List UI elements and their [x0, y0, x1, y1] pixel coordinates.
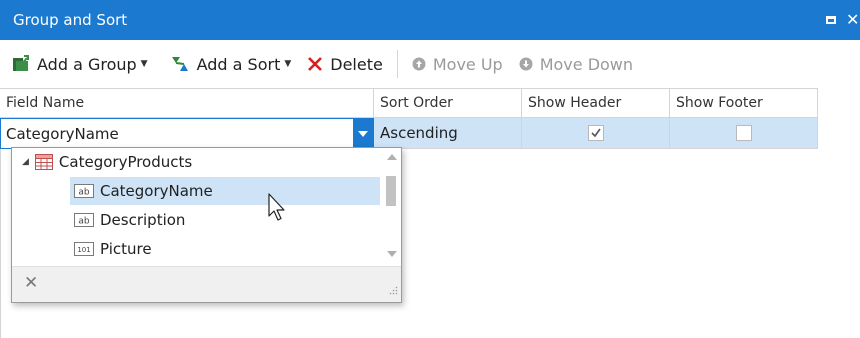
- move-down-label: Move Down: [539, 54, 634, 74]
- tree-root-item[interactable]: ◢ CategoryProducts: [12, 148, 380, 176]
- group-sort-grid: Field Name Sort Order Show Header Show F…: [0, 88, 818, 149]
- close-icon[interactable]: ✕: [846, 12, 858, 28]
- column-header-field-name[interactable]: Field Name: [0, 89, 374, 117]
- window-title: Group and Sort: [13, 11, 128, 29]
- field-name-editor[interactable]: CategoryName: [0, 118, 374, 149]
- tree-root-label: CategoryProducts: [58, 153, 193, 171]
- dropdown-button[interactable]: [353, 119, 373, 148]
- move-down-button[interactable]: Move Down: [513, 48, 639, 80]
- add-sort-icon: [170, 55, 190, 73]
- sort-order-cell[interactable]: Ascending: [374, 118, 522, 149]
- arrow-down-icon: [519, 57, 533, 71]
- chevron-down-icon: ▼: [140, 59, 148, 69]
- collapse-icon[interactable]: ◢: [22, 157, 29, 167]
- sort-order-value: Ascending: [380, 124, 458, 142]
- svg-text:101: 101: [77, 246, 90, 254]
- resize-grip-icon[interactable]: [389, 280, 398, 299]
- delete-label: Delete: [330, 54, 383, 74]
- add-sort-button[interactable]: Add a Sort ▼: [164, 48, 298, 80]
- svg-text:ab: ab: [78, 217, 90, 227]
- list-item[interactable]: ab CategoryName: [70, 177, 380, 205]
- field-dropdown-popup: ◢ CategoryProducts ab CategoryName ab De…: [11, 147, 402, 303]
- column-header-sort-order[interactable]: Sort Order: [374, 89, 522, 117]
- chevron-down-icon: ▼: [284, 59, 292, 69]
- delete-icon: [307, 56, 323, 72]
- add-group-icon: [12, 55, 30, 73]
- show-footer-checkbox[interactable]: [735, 125, 752, 141]
- grid-header: Field Name Sort Order Show Header Show F…: [0, 88, 818, 118]
- add-group-button[interactable]: Add a Group ▼: [6, 48, 154, 80]
- list-item[interactable]: 101 Picture: [70, 235, 380, 263]
- table-row[interactable]: CategoryName Ascending: [0, 118, 818, 149]
- add-group-label: Add a Group: [37, 54, 137, 74]
- chevron-down-icon: [358, 130, 368, 137]
- column-header-show-footer[interactable]: Show Footer: [670, 89, 818, 117]
- string-type-icon: ab: [74, 213, 94, 227]
- table-icon: [34, 154, 53, 170]
- scroll-up-icon[interactable]: [387, 154, 397, 160]
- show-header-cell[interactable]: [522, 118, 670, 149]
- list-item-label: Description: [100, 211, 186, 229]
- toolbar: Add a Group ▼ Add a Sort ▼ Delete Move U…: [0, 40, 860, 88]
- svg-text:ab: ab: [78, 188, 90, 198]
- move-up-button[interactable]: Move Up: [406, 48, 509, 80]
- list-item-label: CategoryName: [100, 182, 213, 200]
- title-bar: Group and Sort ✕: [0, 0, 860, 40]
- delete-button[interactable]: Delete: [301, 48, 389, 80]
- column-header-show-header[interactable]: Show Header: [522, 89, 670, 117]
- maximize-icon[interactable]: [826, 16, 836, 24]
- string-type-icon: ab: [74, 184, 94, 198]
- list-item[interactable]: ab Description: [70, 206, 380, 234]
- clear-icon[interactable]: ✕: [24, 273, 38, 293]
- list-item-label: Picture: [100, 240, 152, 258]
- add-sort-label: Add a Sort: [196, 54, 281, 74]
- scroll-thumb[interactable]: [386, 176, 396, 206]
- popup-footer: ✕: [12, 266, 401, 302]
- vertical-scrollbar[interactable]: [381, 148, 401, 266]
- show-footer-cell[interactable]: [670, 118, 818, 149]
- show-header-checkbox[interactable]: [587, 125, 604, 141]
- arrow-up-icon: [412, 57, 426, 71]
- mouse-cursor-icon: [267, 192, 289, 226]
- move-up-label: Move Up: [432, 54, 503, 74]
- checkmark-icon: [590, 128, 601, 138]
- field-tree: ◢ CategoryProducts ab CategoryName ab De…: [12, 148, 380, 266]
- scroll-down-icon[interactable]: [387, 251, 397, 257]
- binary-type-icon: 101: [74, 242, 94, 256]
- field-name-value: CategoryName: [6, 124, 119, 143]
- toolbar-separator: [396, 50, 398, 78]
